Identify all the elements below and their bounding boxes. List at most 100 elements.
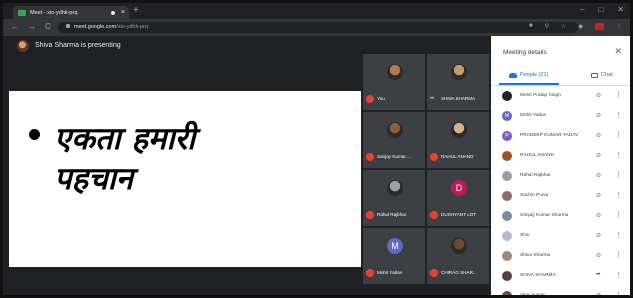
more-options-icon[interactable]: ⋮ bbox=[615, 251, 622, 259]
participant-name: Rahul Rajbhar bbox=[520, 173, 551, 178]
participant-name: Sanjay Kumar Sharma bbox=[520, 213, 569, 218]
tab-chat[interactable]: Chat bbox=[591, 72, 613, 78]
tile-name: SHIVA SHARMA bbox=[441, 96, 476, 101]
mic-muted-icon bbox=[366, 95, 374, 103]
puzzle-icon[interactable]: ◆ bbox=[578, 23, 583, 30]
url-field[interactable]: meet.google.com/xio-ydhk-prq bbox=[58, 22, 578, 33]
mic-muted-icon bbox=[366, 153, 374, 161]
more-options-icon[interactable]: ⋮ bbox=[615, 111, 622, 119]
panel-close-button[interactable]: ✕ bbox=[614, 46, 622, 57]
camera-icon[interactable]: ■ bbox=[529, 23, 533, 30]
participant-tile[interactable]: CHIRAG SHAR... bbox=[427, 228, 489, 284]
participant-row[interactable]: Vijay kumar ⊘ ⋮ bbox=[491, 286, 630, 298]
tile-name: CHIRAG SHAR... bbox=[441, 270, 477, 275]
participant-avatar bbox=[502, 271, 512, 281]
participant-row[interactable]: M Mohit Yadav ⊘ ⋮ bbox=[491, 106, 630, 126]
participant-avatar bbox=[502, 231, 512, 241]
tile-avatar bbox=[387, 180, 403, 196]
tab-people[interactable]: People (21) bbox=[509, 72, 548, 78]
participant-row[interactable]: Shiva Sharma ⊘ ⋮ bbox=[491, 246, 630, 266]
participant-row[interactable]: RAHUL ANAND ⊘ ⋮ bbox=[491, 146, 630, 166]
participant-row[interactable]: P PRADEEP KUMAR YADAV ⊘ ⋮ bbox=[491, 126, 630, 146]
more-options-icon[interactable]: ⋮ bbox=[615, 91, 622, 99]
tile-avatar bbox=[451, 64, 467, 80]
participant-row[interactable]: SHIVA SHARMA ••• ⋮ bbox=[491, 266, 630, 286]
tile-name: You bbox=[377, 96, 385, 101]
mic-muted-icon: ⊘ bbox=[596, 173, 602, 179]
tile-avatar bbox=[387, 122, 403, 138]
mic-muted-icon: ⊘ bbox=[596, 193, 602, 199]
tile-avatar bbox=[451, 122, 467, 138]
more-options-icon[interactable]: ⋮ bbox=[615, 151, 622, 159]
more-options-icon[interactable]: ⋮ bbox=[615, 271, 622, 279]
participant-tile[interactable]: You bbox=[363, 54, 425, 110]
address-bar-row: ← → C meet.google.com/xio-ydhk-prq ■ ⚲ ☆… bbox=[3, 19, 630, 36]
star-icon[interactable]: ☆ bbox=[561, 23, 566, 30]
participant-avatar bbox=[502, 151, 512, 161]
back-icon[interactable]: ← bbox=[11, 22, 19, 31]
maximize-button[interactable]: □ bbox=[598, 5, 603, 14]
reload-icon[interactable]: C bbox=[45, 22, 51, 31]
extension-icon[interactable] bbox=[595, 23, 604, 30]
participant-row[interactable]: Mohit Pratap Singh ⊘ ⋮ bbox=[491, 86, 630, 106]
participant-avatar: P bbox=[502, 131, 512, 141]
minimize-button[interactable]: – bbox=[580, 5, 584, 14]
tile-name: Mohit Yadav bbox=[377, 270, 403, 275]
close-window-button[interactable]: ✕ bbox=[617, 5, 624, 14]
participant-tile[interactable]: RAHUL ANAND bbox=[427, 112, 489, 168]
participant-avatar bbox=[502, 211, 512, 221]
participant-row[interactable]: Sachin Punia ⊘ ⋮ bbox=[491, 186, 630, 206]
participant-tile[interactable]: ••• SHIVA SHARMA bbox=[427, 54, 489, 110]
tile-avatar bbox=[451, 238, 467, 254]
url-host: meet.google.com bbox=[74, 24, 117, 30]
mic-muted-icon: ⊘ bbox=[596, 93, 602, 99]
participant-name: Sachin Punia bbox=[520, 193, 549, 198]
tab-people-label: People (21) bbox=[520, 72, 549, 78]
speaking-indicator-icon: ••• bbox=[430, 96, 434, 102]
participant-tile[interactable]: D DUSHYANT LOT bbox=[427, 170, 489, 226]
bullet-icon bbox=[29, 129, 40, 140]
mic-muted-icon: ⊘ bbox=[596, 233, 602, 239]
menu-icon[interactable]: ⋮ bbox=[616, 23, 622, 30]
participant-tile[interactable]: Rahul Rajbhar bbox=[363, 170, 425, 226]
participant-name: Mohit Yadav bbox=[520, 113, 547, 118]
browser-window: Meet - xio-ydhk-prq × + – □ ✕ ← → C meet… bbox=[0, 0, 633, 298]
participant-row[interactable]: Sanjay Kumar Sharma ⊘ ⋮ bbox=[491, 206, 630, 226]
mic-muted-icon bbox=[430, 153, 438, 161]
participant-tile[interactable]: M Mohit Yadav bbox=[363, 228, 425, 284]
tab-close-icon[interactable]: × bbox=[121, 9, 125, 16]
mic-muted-icon bbox=[366, 211, 374, 219]
browser-toolbar-icons: ■ ⚲ ☆ ◆ ⋮ bbox=[529, 23, 622, 30]
new-tab-button[interactable]: + bbox=[133, 5, 139, 16]
more-options-icon[interactable]: ⋮ bbox=[615, 231, 622, 239]
zoom-icon[interactable]: ⚲ bbox=[545, 23, 549, 30]
tile-avatar: M bbox=[387, 238, 403, 254]
panel-title: Meeting details bbox=[503, 49, 547, 56]
more-options-icon[interactable]: ⋮ bbox=[615, 211, 622, 219]
tile-avatar: D bbox=[451, 180, 467, 196]
participant-row[interactable]: Shiv ⊘ ⋮ bbox=[491, 226, 630, 246]
more-options-icon[interactable]: ⋮ bbox=[615, 131, 622, 139]
mic-muted-icon: ⊘ bbox=[596, 253, 602, 259]
meet-favicon-icon bbox=[18, 9, 26, 16]
chat-icon bbox=[591, 72, 598, 78]
browser-tab[interactable]: Meet - xio-ydhk-prq × bbox=[13, 6, 129, 19]
participant-tiles: You ••• SHIVA SHARMA Sanjay Kumar ... RAHUL … bbox=[363, 54, 491, 286]
presenter-avatar bbox=[17, 40, 29, 52]
people-icon bbox=[509, 72, 517, 78]
more-options-icon[interactable]: ⋮ bbox=[615, 291, 622, 295]
forward-icon[interactable]: → bbox=[28, 22, 36, 31]
mic-muted-icon: ⊘ bbox=[596, 153, 602, 159]
recording-dot-icon bbox=[110, 10, 115, 15]
participant-row[interactable]: Rahul Rajbhar ⊘ ⋮ bbox=[491, 166, 630, 186]
more-options-icon[interactable]: ⋮ bbox=[615, 191, 622, 199]
participant-name: Shiv bbox=[520, 233, 530, 238]
participant-name: SHIVA SHARMA bbox=[520, 273, 556, 278]
lock-icon bbox=[66, 24, 70, 28]
participant-tile[interactable]: Sanjay Kumar ... bbox=[363, 112, 425, 168]
more-options-icon[interactable]: ⋮ bbox=[615, 171, 622, 179]
participant-avatar: M bbox=[502, 111, 512, 121]
meeting-details-panel: Meeting details ✕ People (21) Chat Mohit… bbox=[491, 36, 630, 295]
mic-muted-icon: ⊘ bbox=[596, 293, 602, 298]
slide-text-line-2: पहचान bbox=[54, 161, 133, 197]
